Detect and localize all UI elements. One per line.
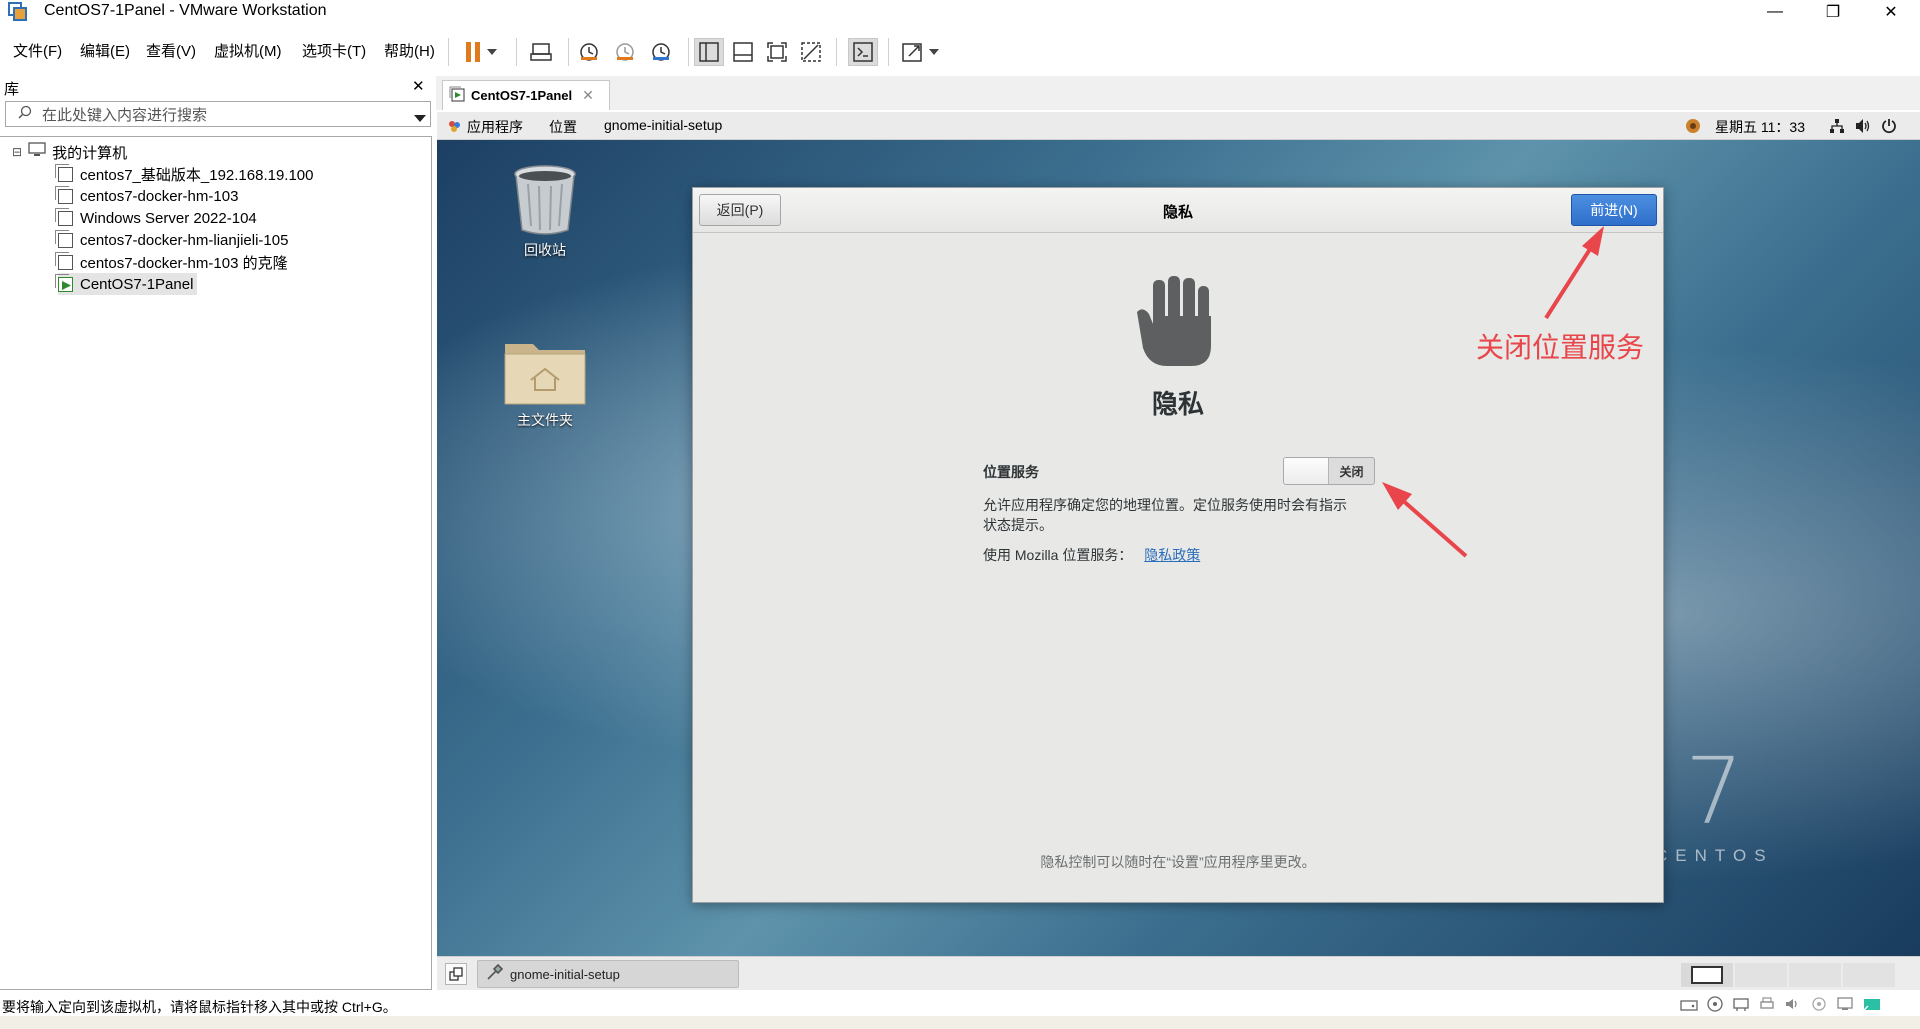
message-log-icon[interactable] bbox=[1862, 996, 1882, 1016]
taskbar-item-label: gnome-initial-setup bbox=[510, 966, 620, 982]
status-text: 要将输入定向到该虚拟机，请将鼠标指针移入其中或按 Ctrl+G。 bbox=[2, 999, 397, 1015]
annotation-text: 关闭位置服务 bbox=[1476, 332, 1645, 363]
network-adapter-icon[interactable] bbox=[1732, 996, 1750, 1016]
cd-dvd-icon[interactable] bbox=[1706, 996, 1724, 1016]
arrow-to-toggle bbox=[1382, 482, 1468, 558]
usb-icon[interactable] bbox=[1810, 996, 1828, 1016]
bottom-strip bbox=[0, 1016, 1920, 1029]
hard-disk-icon[interactable] bbox=[1680, 996, 1698, 1016]
status-bar: 要将输入定向到该虚拟机，请将鼠标指针移入其中或按 Ctrl+G。 bbox=[0, 994, 1920, 1016]
workspace-2[interactable] bbox=[1735, 963, 1787, 987]
gnome-bottom-bar: gnome-initial-setup bbox=[437, 956, 1920, 990]
workspace-switcher bbox=[1681, 963, 1895, 987]
annotation-arrows bbox=[1382, 226, 1604, 558]
workspace-1[interactable] bbox=[1681, 963, 1733, 987]
arrow-to-next-button bbox=[1544, 226, 1604, 320]
taskbar-item-gnome-initial-setup[interactable]: gnome-initial-setup bbox=[477, 960, 739, 988]
show-desktop-icon[interactable] bbox=[445, 963, 467, 985]
device-status-icons bbox=[1680, 996, 1882, 1016]
sound-card-icon[interactable] bbox=[1784, 996, 1802, 1016]
setup-tool-icon bbox=[486, 963, 504, 985]
workspace-3[interactable] bbox=[1789, 963, 1841, 987]
display-icon[interactable] bbox=[1836, 996, 1854, 1016]
printer-icon[interactable] bbox=[1758, 996, 1776, 1016]
workspace-4[interactable] bbox=[1843, 963, 1895, 987]
